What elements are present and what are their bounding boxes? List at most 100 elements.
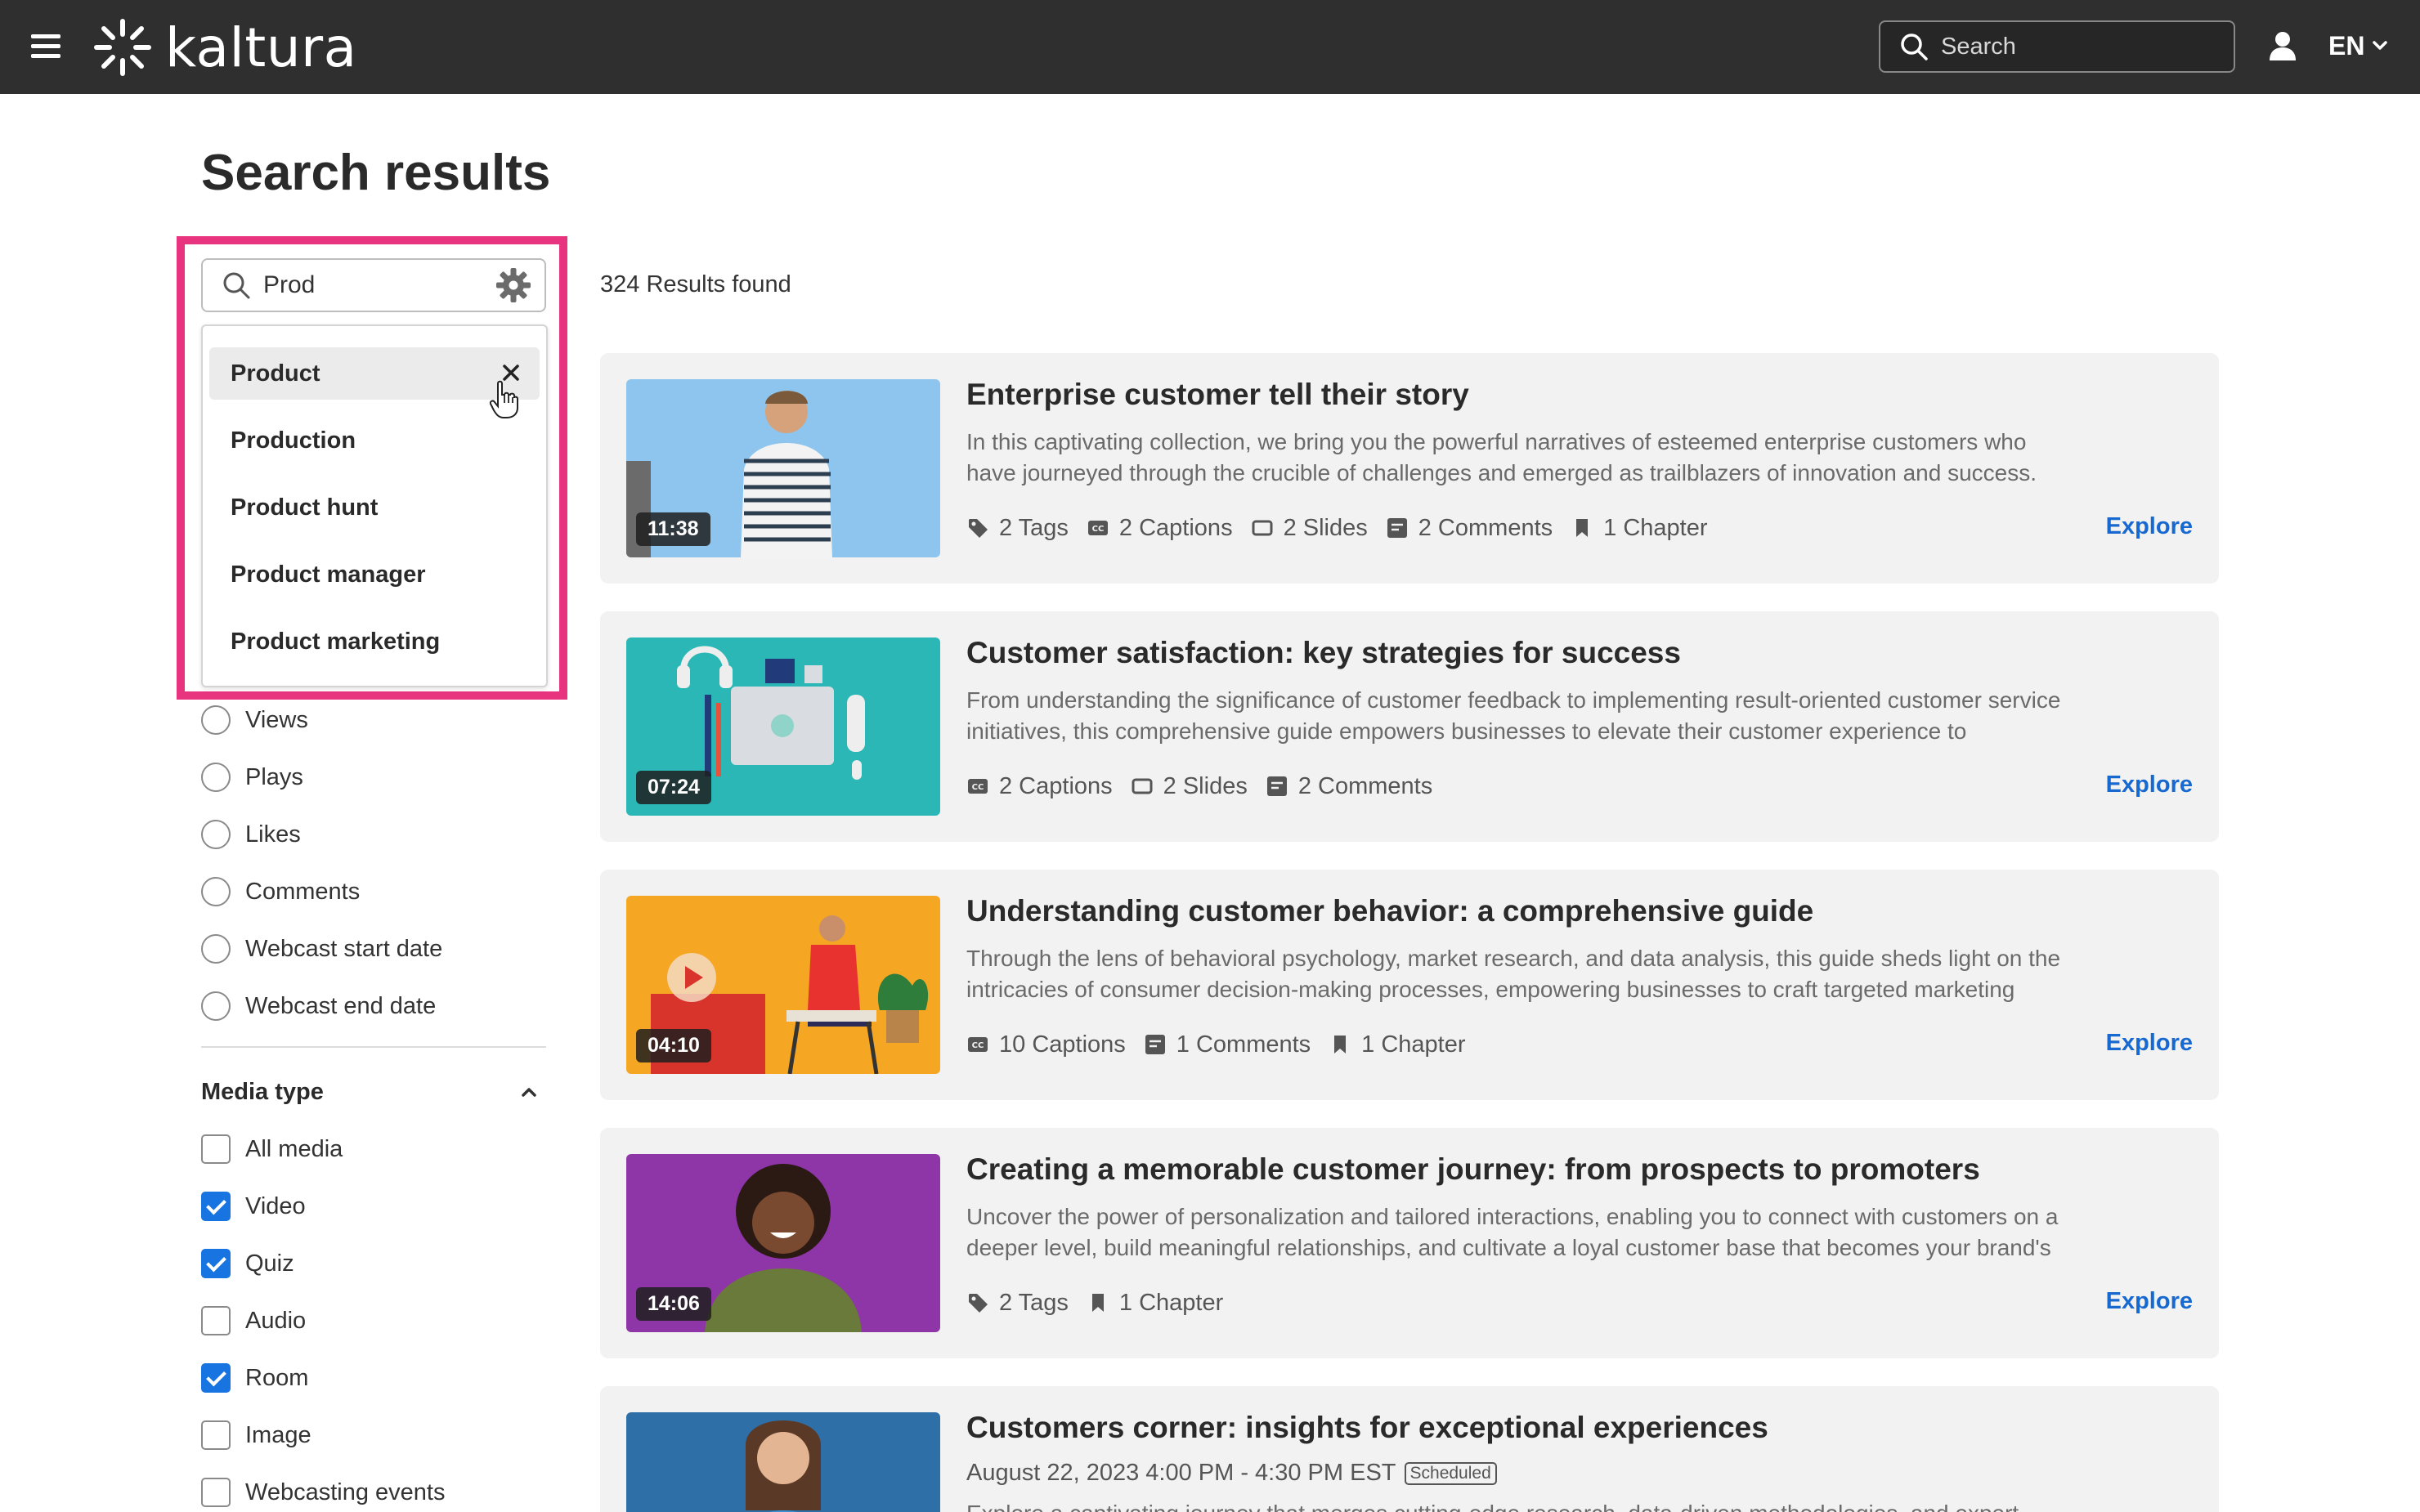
meta-tags[interactable]: 2 Tags xyxy=(966,515,1069,542)
meta-label: 2 Tags xyxy=(999,1289,1069,1316)
sort-radio-plays[interactable]: Plays xyxy=(201,761,303,794)
media-type-section-toggle[interactable]: Media type xyxy=(201,1076,546,1108)
media-checkbox-image[interactable]: Image xyxy=(201,1419,311,1452)
suggestion-item[interactable]: Product hunt xyxy=(209,481,540,534)
checkbox[interactable] xyxy=(201,1363,231,1393)
checkbox[interactable] xyxy=(201,1420,231,1450)
meta-label: 2 Comments xyxy=(1297,772,1433,799)
result-description: In this captivating collection, we bring… xyxy=(966,429,2037,485)
checkbox[interactable] xyxy=(201,1249,231,1278)
svg-text:CC: CC xyxy=(972,1041,984,1050)
media-checkbox-audio[interactable]: Audio xyxy=(201,1304,306,1337)
sort-radio-likes[interactable]: Likes xyxy=(201,818,301,851)
meta-chapters[interactable]: 1 Chapter xyxy=(1571,514,1708,542)
radio-label: Views xyxy=(245,706,308,733)
media-checkbox-webcasting-events[interactable]: Webcasting events xyxy=(201,1476,446,1509)
meta-slides[interactable]: 2 Slides xyxy=(1131,773,1248,800)
radio-button[interactable] xyxy=(201,763,231,792)
status-badge: Scheduled xyxy=(1404,1461,1497,1485)
meta-label: 1 Comments xyxy=(1176,1031,1311,1058)
media-checkbox-quiz[interactable]: Quiz xyxy=(201,1247,294,1280)
kaltura-logo[interactable]: kaltura xyxy=(92,16,357,79)
suggestion-item[interactable]: Product manager xyxy=(209,548,540,601)
result-meta: CC 10 Captions 1 Comments 1 Chapter xyxy=(966,1030,1484,1059)
explore-link[interactable]: Explore xyxy=(2106,1030,2193,1057)
svg-text:CC: CC xyxy=(1092,525,1105,534)
radio-button[interactable] xyxy=(201,991,231,1021)
radio-button[interactable] xyxy=(201,877,231,906)
video-thumbnail[interactable]: 04:10 xyxy=(626,896,940,1074)
global-search-input[interactable] xyxy=(1941,33,2219,60)
media-checkbox-video[interactable]: Video xyxy=(201,1190,306,1223)
sort-radio-comments[interactable]: Comments xyxy=(201,875,360,908)
meta-label: 2 Slides xyxy=(1283,514,1368,541)
video-thumbnail[interactable]: 14:06 xyxy=(626,1154,940,1332)
meta-captions[interactable]: CC 10 Captions xyxy=(966,1031,1126,1058)
checkbox-label: Image xyxy=(245,1421,311,1448)
checkbox[interactable] xyxy=(201,1192,231,1221)
radio-button[interactable] xyxy=(201,820,231,849)
meta-tags[interactable]: 2 Tags xyxy=(966,1290,1069,1317)
video-duration: 07:24 xyxy=(636,771,711,804)
thumbnail-image xyxy=(626,1412,940,1512)
explore-link[interactable]: Explore xyxy=(2106,772,2193,798)
meta-chapters[interactable]: 1 Chapter xyxy=(1329,1031,1466,1058)
meta-captions[interactable]: CC 2 Captions xyxy=(1087,515,1233,542)
meta-captions[interactable]: CC 2 Captions xyxy=(966,773,1113,800)
meta-slides[interactable]: 2 Slides xyxy=(1251,515,1368,542)
media-checkbox-all-media[interactable]: All media xyxy=(201,1133,343,1165)
explore-link[interactable]: Explore xyxy=(2106,1288,2193,1315)
result-meta: 2 Tags CC 2 Captions 2 Slides 2 Comments … xyxy=(966,513,1726,543)
video-thumbnail[interactable]: 07:24 xyxy=(626,637,940,816)
video-thumbnail[interactable] xyxy=(626,1412,940,1512)
result-title[interactable]: Creating a memorable customer journey: f… xyxy=(966,1152,1980,1187)
language-selector[interactable]: EN xyxy=(2328,29,2389,62)
hamburger-menu-icon[interactable] xyxy=(31,33,60,59)
result-card: Customers corner: insights for exception… xyxy=(600,1386,2219,1512)
checkbox-label: Webcasting events xyxy=(245,1478,446,1505)
meta-comments[interactable]: 2 Comments xyxy=(1386,515,1553,542)
meta-comments[interactable]: 2 Comments xyxy=(1266,773,1432,800)
suggestion-item[interactable]: Production xyxy=(209,414,540,467)
global-search[interactable] xyxy=(1879,20,2235,73)
suggestion-label: Product hunt xyxy=(231,494,379,521)
chevron-up-icon xyxy=(522,1088,536,1097)
result-title[interactable]: Enterprise customer tell their story xyxy=(966,378,1469,412)
checkbox[interactable] xyxy=(201,1134,231,1164)
checkbox-label: Audio xyxy=(245,1307,307,1334)
slides-icon xyxy=(1132,778,1153,794)
sort-radio-webcast-start-date[interactable]: Webcast start date xyxy=(201,933,442,965)
radio-label: Plays xyxy=(245,763,303,790)
captions-icon: CC xyxy=(968,1037,988,1052)
search-icon xyxy=(223,272,250,299)
result-title[interactable]: Customer satisfaction: key strategies fo… xyxy=(966,636,1681,670)
sort-radio-webcast-end-date[interactable]: Webcast end date xyxy=(201,990,436,1022)
result-title[interactable]: Understanding customer behavior: a compr… xyxy=(966,894,1813,928)
video-duration: 14:06 xyxy=(636,1287,711,1321)
filter-search-field[interactable]: Prod xyxy=(201,258,546,312)
media-checkbox-room[interactable]: Room xyxy=(201,1362,308,1394)
checkbox[interactable] xyxy=(201,1478,231,1507)
result-title[interactable]: Customers corner: insights for exception… xyxy=(966,1411,1768,1445)
meta-label: 2 Captions xyxy=(999,772,1113,799)
checkbox-label: Quiz xyxy=(245,1250,294,1277)
sidebar-divider xyxy=(201,1046,546,1048)
suggestion-item[interactable]: Product marketing xyxy=(209,615,540,668)
suggestions-dropdown: Product Production Product hunt Product … xyxy=(201,324,548,687)
sort-radio-views[interactable]: Views xyxy=(201,704,308,736)
slides-icon xyxy=(1252,520,1273,536)
meta-comments[interactable]: 1 Comments xyxy=(1144,1031,1311,1058)
video-thumbnail[interactable]: 11:38 xyxy=(626,379,940,557)
user-icon[interactable] xyxy=(2266,29,2299,62)
radio-button[interactable] xyxy=(201,934,231,964)
comment-icon xyxy=(1387,518,1407,538)
meta-label: 1 Chapter xyxy=(1118,1289,1224,1316)
gear-icon[interactable] xyxy=(495,267,531,303)
meta-label: 1 Chapter xyxy=(1603,514,1708,541)
result-description: Through the lens of behavioral psycholog… xyxy=(966,946,2061,1002)
filter-search-value[interactable]: Prod xyxy=(263,271,495,299)
meta-chapters[interactable]: 1 Chapter xyxy=(1087,1290,1223,1317)
radio-button[interactable] xyxy=(201,705,231,735)
checkbox[interactable] xyxy=(201,1306,231,1335)
explore-link[interactable]: Explore xyxy=(2106,513,2193,540)
